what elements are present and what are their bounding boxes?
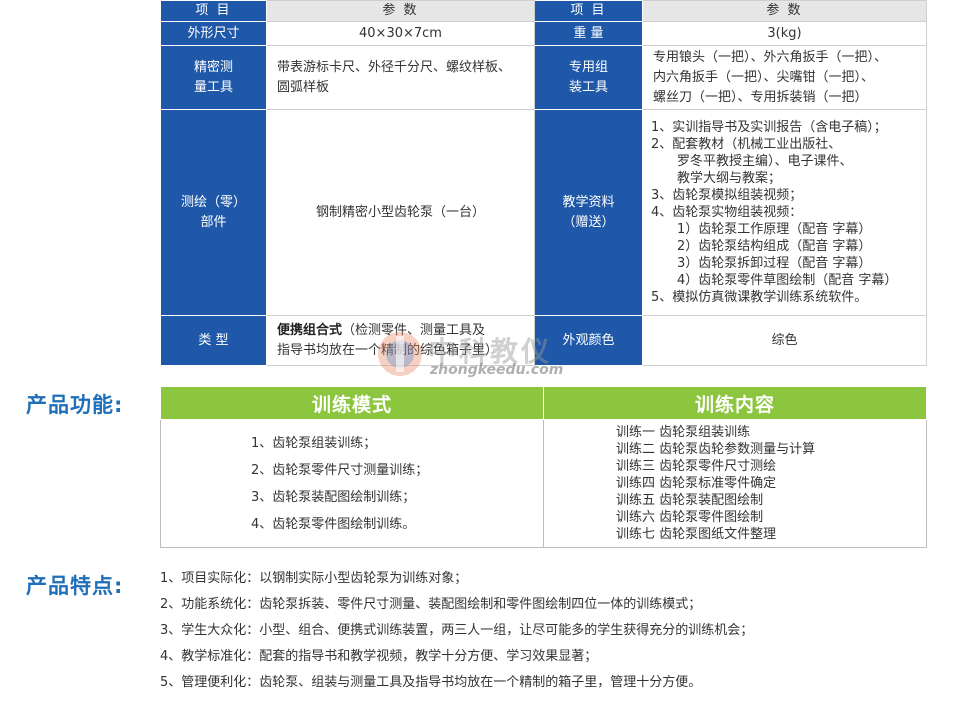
- materials-list-item: 4、齿轮泵实物组装视频：: [651, 205, 803, 220]
- assembly-tools-label: 专用组 装工具: [534, 45, 643, 110]
- functions-table: 训练模式 训练内容 1、齿轮泵组装训练； 2、齿轮泵零件尺寸测量训练； 3、齿轮…: [160, 386, 927, 548]
- mode-item: 1、齿轮泵组装训练；: [251, 435, 377, 451]
- functions-body-row: 1、齿轮泵组装训练； 2、齿轮泵零件尺寸测量训练； 3、齿轮泵装配图绘制训练； …: [160, 419, 927, 548]
- spec-row-size: 外形尺寸 40×30×7cm 重 量 3(kg): [160, 21, 927, 46]
- precision-tools-value-line: 带表游标卡尺、外径千分尺、螺纹样板、: [277, 59, 512, 75]
- feature-item: 2、功能系统化：齿轮泵拆装、零件尺寸测量、装配图绘制和零件图绘制四位一体的训练模…: [160, 597, 702, 612]
- type-value-line2: 指导书均放在一个精制的综色箱子里）: [277, 342, 499, 358]
- content-header: 训练内容: [543, 386, 927, 420]
- precision-tools-label-line: 量工具: [193, 79, 233, 95]
- content-item: 训练六 齿轮泵零件图绘制: [616, 510, 764, 525]
- materials-list-item: 2）齿轮泵结构组成（配音 字幕）: [651, 239, 872, 254]
- spec-row-type: 类 型 便携组合式（检测零件、测量工具及 指导书均放在一个精制的综色箱子里） 外…: [160, 315, 927, 366]
- content-item: 训练四 齿轮泵标准零件确定: [616, 476, 777, 491]
- parts-label-line: 部件: [200, 214, 227, 230]
- materials-list: 1、实训指导书及实训报告（含电子稿）； 2、配套教材（机械工业出版社、 罗冬平教…: [642, 109, 927, 316]
- type-value-rest: （检测零件、测量工具及: [342, 322, 486, 338]
- materials-label-line: 教学资料: [562, 194, 615, 210]
- color-value: 综色: [642, 315, 927, 366]
- content-item: 训练三 齿轮泵零件尺寸测绘: [616, 459, 777, 474]
- mode-item: 4、齿轮泵零件图绘制训练。: [251, 516, 416, 532]
- type-value: 便携组合式（检测零件、测量工具及 指导书均放在一个精制的综色箱子里）: [266, 315, 535, 366]
- assembly-tools-value-line: 螺丝刀（一把）、专用拆装销（一把）: [653, 89, 868, 105]
- assembly-tools-label-line: 装工具: [568, 79, 608, 95]
- materials-label: 教学资料 （赠送）: [534, 109, 643, 316]
- content-item: 训练二 齿轮泵齿轮参数测量与计算: [616, 442, 816, 457]
- spec-table: 项 目 参 数 项 目 参 数 外形尺寸 40×30×7cm 重 量 3(kg)…: [160, 0, 927, 366]
- materials-label-line: （赠送）: [562, 214, 615, 230]
- precision-tools-label: 精密测 量工具: [160, 45, 267, 110]
- feature-item: 1、项目实际化：以钢制实际小型齿轮泵为训练对象；: [160, 571, 468, 586]
- features-title: 产品特点:: [26, 574, 124, 598]
- weight-label: 重 量: [534, 21, 643, 46]
- precision-tools-value: 带表游标卡尺、外径千分尺、螺纹样板、 圆弧样板: [266, 45, 535, 110]
- content-item: 训练一 齿轮泵组装训练: [616, 425, 751, 440]
- materials-list-item: 3、齿轮泵模拟组装视频；: [651, 188, 803, 203]
- mode-item: 3、齿轮泵装配图绘制训练；: [251, 489, 416, 505]
- parts-label-line: 测绘（零）: [180, 194, 246, 210]
- spec-header-param: 参 数: [266, 0, 535, 22]
- spec-header-item: 项 目: [160, 0, 267, 22]
- size-label: 外形尺寸: [160, 21, 267, 46]
- precision-tools-label-line: 精密测: [193, 59, 233, 75]
- assembly-tools-value-line: 内六角扳手（一把）、尖嘴钳（一把）、: [653, 69, 875, 85]
- mode-item: 2、齿轮泵零件尺寸测量训练；: [251, 462, 429, 478]
- feature-item: 3、学生大众化：小型、组合、便携式训练装置，两三人一组，让尽可能多的学生获得充分…: [160, 623, 754, 638]
- mode-header: 训练模式: [160, 386, 544, 420]
- parts-value: 钢制精密小型齿轮泵（一台）: [266, 109, 535, 316]
- spec-header-item-2: 项 目: [534, 0, 643, 22]
- materials-list-item: 1）齿轮泵工作原理（配音 字幕）: [651, 222, 872, 237]
- features-list: 1、项目实际化：以钢制实际小型齿轮泵为训练对象； 2、功能系统化：齿轮泵拆装、零…: [160, 566, 940, 696]
- parts-label: 测绘（零） 部件: [160, 109, 267, 316]
- assembly-tools-label-line: 专用组: [568, 59, 608, 75]
- functions-header-row: 训练模式 训练内容: [160, 386, 927, 420]
- feature-item: 4、教学标准化：配套的指导书和教学视频，教学十分方便、学习效果显著；: [160, 649, 598, 664]
- materials-list-item: 2、配套教材（机械工业出版社、: [651, 137, 842, 152]
- content-item: 训练七 齿轮泵图纸文件整理: [616, 527, 777, 542]
- materials-list-item: 1、实训指导书及实训报告（含电子稿）；: [651, 120, 887, 135]
- functions-title: 产品功能:: [26, 393, 124, 417]
- content-list: 训练一 齿轮泵组装训练 训练二 齿轮泵齿轮参数测量与计算 训练三 齿轮泵零件尺寸…: [543, 419, 927, 548]
- color-label: 外观颜色: [534, 315, 643, 366]
- materials-list-item: 3）齿轮泵拆卸过程（配音 字幕）: [651, 256, 872, 271]
- spec-row-tools: 精密测 量工具 带表游标卡尺、外径千分尺、螺纹样板、 圆弧样板 专用组 装工具 …: [160, 45, 927, 110]
- content-item: 训练五 齿轮泵装配图绘制: [616, 493, 764, 508]
- materials-list-item: 罗冬平教授主编）、电子课件、: [651, 154, 853, 169]
- materials-list-item: 教学大纲与教案；: [651, 171, 782, 186]
- spec-row-parts: 测绘（零） 部件 钢制精密小型齿轮泵（一台） 教学资料 （赠送） 1、实训指导书…: [160, 109, 927, 316]
- assembly-tools-value: 专用锒头（一把）、外六角扳手（一把）、 内六角扳手（一把）、尖嘴钳（一把）、 螺…: [642, 45, 927, 110]
- spec-header-row: 项 目 参 数 项 目 参 数: [160, 0, 927, 22]
- materials-list-item: 5、模拟仿真微课教学训练系统软件。: [651, 290, 868, 305]
- assembly-tools-value-line: 专用锒头（一把）、外六角扳手（一把）、: [653, 49, 888, 65]
- materials-list-item: 4）齿轮泵零件草图绘制（配音 字幕）: [651, 273, 898, 288]
- spec-header-param-2: 参 数: [642, 0, 927, 22]
- mode-list: 1、齿轮泵组装训练； 2、齿轮泵零件尺寸测量训练； 3、齿轮泵装配图绘制训练； …: [160, 419, 544, 548]
- type-value-bold: 便携组合式: [277, 322, 343, 338]
- feature-item: 5、管理便利化：齿轮泵、组装与测量工具及指导书均放在一个精制的箱子里，管理十分方…: [160, 675, 702, 690]
- size-value: 40×30×7cm: [266, 21, 535, 46]
- type-label: 类 型: [160, 315, 267, 366]
- precision-tools-value-line: 圆弧样板: [277, 79, 330, 95]
- weight-value: 3(kg): [642, 21, 927, 46]
